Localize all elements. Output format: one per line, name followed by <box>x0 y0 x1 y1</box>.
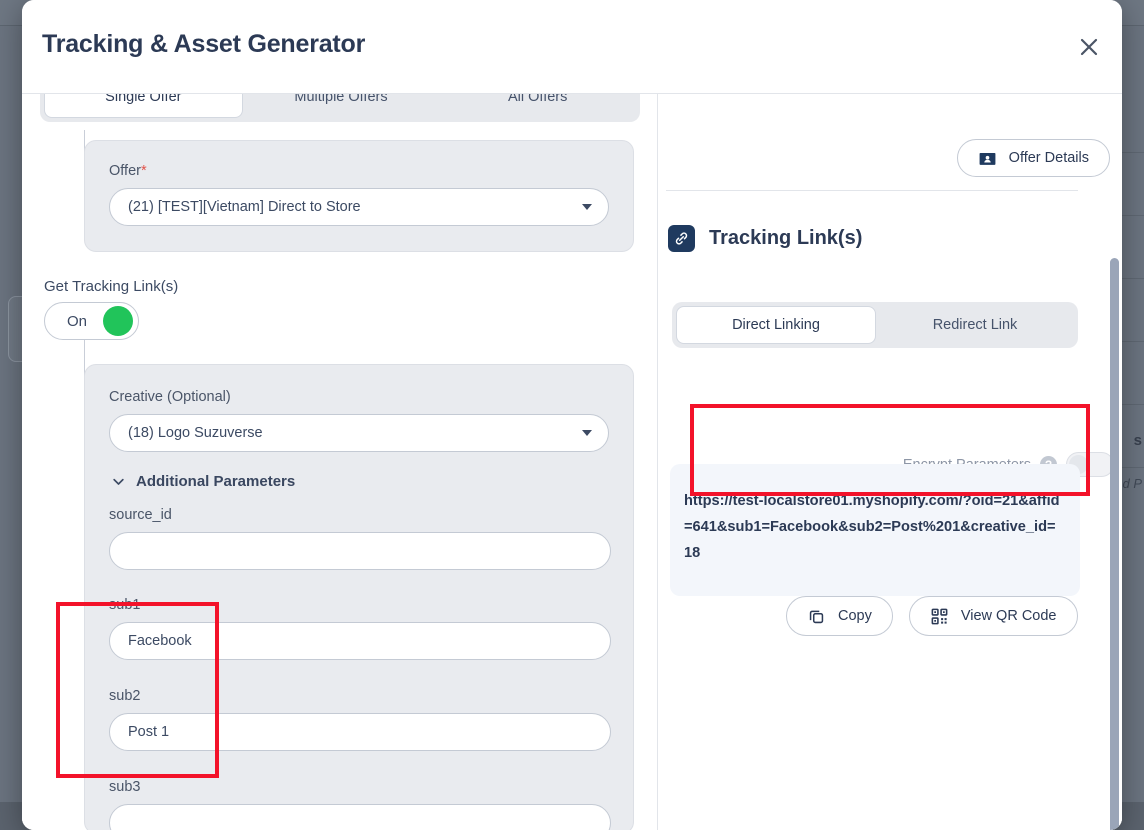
offer-mode-tabs: Single Offer Multiple Offers All Offers <box>40 94 640 122</box>
tab-redirect-link[interactable]: Redirect Link <box>876 307 1074 343</box>
param-label-sub3: sub3 <box>109 779 611 795</box>
offer-select[interactable]: (21) [TEST][Vietnam] Direct to Store <box>109 188 609 226</box>
qr-code-icon <box>930 607 949 626</box>
copy-button[interactable]: Copy <box>786 596 893 636</box>
creative-label: Creative (Optional) <box>109 389 609 405</box>
offer-label: Offer* <box>109 163 609 179</box>
close-icon <box>1077 35 1101 59</box>
view-qr-code-label: View QR Code <box>961 608 1057 624</box>
close-button[interactable] <box>1068 26 1110 68</box>
creative-select-value: (18) Logo Suzuverse <box>128 425 263 441</box>
link-type-tabs: Direct Linking Redirect Link <box>672 302 1078 348</box>
required-asterisk: * <box>141 163 147 179</box>
param-label-source_id: source_id <box>109 507 611 523</box>
copy-icon <box>807 607 826 626</box>
tab-all-offers[interactable]: All Offers <box>439 94 636 117</box>
tracking-link-text[interactable]: https://test-localstore01.myshopify.com/… <box>684 488 1062 566</box>
view-qr-code-button[interactable]: View QR Code <box>909 596 1078 636</box>
chevron-down-icon <box>111 474 126 489</box>
modal-body: Single Offer Multiple Offers All Offers … <box>22 94 1122 830</box>
param-field-sub3: sub3 <box>109 779 611 830</box>
creative-parameters-panel: Creative (Optional) (18) Logo Suzuverse … <box>84 364 634 830</box>
offer-panel: Offer* (21) [TEST][Vietnam] Direct to St… <box>84 140 634 252</box>
tracking-link-box: https://test-localstore01.myshopify.com/… <box>670 464 1080 596</box>
toggle-state-label: On <box>45 313 103 330</box>
param-label-sub1: sub1 <box>109 597 611 613</box>
chevron-down-icon <box>582 204 592 210</box>
offer-details-button[interactable]: Offer Details <box>957 139 1110 177</box>
param-input-sub3[interactable] <box>109 804 611 830</box>
link-icon <box>668 225 695 252</box>
right-column: Offer Details Tracking Link(s) Direct Li… <box>658 94 1122 830</box>
get-tracking-link-label: Get Tracking Link(s) <box>44 278 178 295</box>
page-title: Tracking & Asset Generator <box>42 30 365 59</box>
offer-select-value: (21) [TEST][Vietnam] Direct to Store <box>128 199 361 215</box>
param-input-sub1[interactable] <box>109 622 611 660</box>
tracking-asset-generator-modal: Tracking & Asset Generator Single Offer … <box>22 0 1122 830</box>
get-tracking-link-toggle[interactable]: On <box>44 302 139 340</box>
modal-header: Tracking & Asset Generator <box>22 0 1122 94</box>
background-text-fragment-1: s <box>1134 432 1142 449</box>
tab-single-offer[interactable]: Single Offer <box>44 94 243 118</box>
param-input-sub2[interactable] <box>109 713 611 751</box>
modal-scrollbar[interactable] <box>1108 188 1122 830</box>
section-title: Tracking Link(s) <box>709 227 862 250</box>
additional-parameters-toggle[interactable]: Additional Parameters <box>111 473 295 490</box>
offer-details-label: Offer Details <box>1009 150 1089 166</box>
toggle-knob <box>103 306 133 336</box>
background-text-fragment-2: d P <box>1122 476 1142 491</box>
divider <box>666 190 1078 191</box>
additional-parameters-label: Additional Parameters <box>136 473 295 490</box>
creative-select[interactable]: (18) Logo Suzuverse <box>109 414 609 452</box>
id-card-icon <box>978 149 997 168</box>
param-field-source_id: source_id <box>109 507 611 570</box>
tab-direct-linking[interactable]: Direct Linking <box>676 306 876 344</box>
link-actions: Copy View QR Code <box>786 596 1078 636</box>
param-label-sub2: sub2 <box>109 688 611 704</box>
param-input-source_id[interactable] <box>109 532 611 570</box>
tab-multiple-offers[interactable]: Multiple Offers <box>243 94 440 117</box>
tracking-links-section-header: Tracking Link(s) <box>668 225 862 252</box>
copy-label: Copy <box>838 608 872 624</box>
param-field-sub1: sub1 <box>109 597 611 660</box>
scrollbar-thumb[interactable] <box>1110 258 1119 830</box>
left-column: Single Offer Multiple Offers All Offers … <box>22 94 658 830</box>
param-field-sub2: sub2 <box>109 688 611 751</box>
chevron-down-icon <box>582 430 592 436</box>
